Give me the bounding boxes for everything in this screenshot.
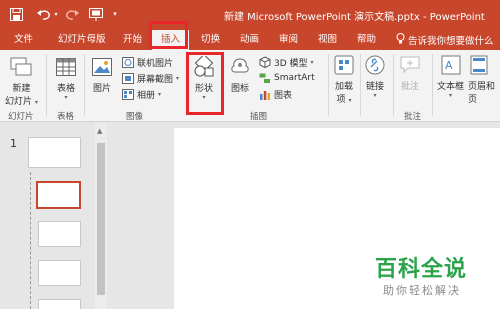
ribbon: 新建 幻灯片 ▾ 幻灯片 表格 ▾ 表格 图片 联机图片 屏幕截图 ▾ 相册 ▾… [0,50,500,122]
link-icon [364,54,386,76]
smartart-icon [259,72,271,84]
tab-transitions[interactable]: 切换 [201,33,220,47]
textbox-caret: ▾ [449,92,453,99]
comment-button[interactable]: 批注 [399,54,421,92]
tab-view[interactable]: 视图 [318,33,337,47]
undo-icon[interactable] [36,6,52,22]
comment-icon [399,54,421,76]
table-button[interactable]: 表格 ▾ [55,56,77,101]
addins-label: 加载 [334,82,353,92]
group-slides-label: 幻灯片 [8,112,34,122]
comment-label: 批注 [400,82,419,92]
link-button[interactable]: 链接 ▾ [364,54,386,99]
table-icon [55,56,77,78]
new-slide-label: 新建 [12,84,31,94]
undo-dropdown-icon[interactable]: ▾ [52,6,60,22]
textbox-label: 文本框 [437,82,465,92]
picture-button[interactable]: 图片 [91,56,113,94]
svg-text:A: A [445,59,453,72]
tab-animations[interactable]: 动画 [240,33,259,47]
screenshot-button[interactable]: 屏幕截图 ▾ [122,71,179,85]
thumbnail-scrollbar[interactable]: ▲ [95,123,107,309]
slide-thumbnail-selected[interactable] [36,181,81,209]
photo-album-icon [122,88,134,100]
icons-button[interactable]: 图标 [229,56,251,94]
scroll-up-icon[interactable]: ▲ [97,127,102,135]
slide-thumbnail-4[interactable] [38,299,81,309]
save-icon[interactable] [8,6,24,22]
new-slide-button[interactable]: 新建 幻灯片 ▾ [5,56,38,107]
slide-thumbnail-3[interactable] [38,260,81,286]
redo-icon[interactable] [64,6,80,22]
slide-thumbnail-2[interactable] [38,221,81,247]
addins-icon [333,54,355,76]
screenshot-icon [122,72,134,84]
tell-me-text: 告诉我你想要做什么 [408,36,494,47]
new-slide-label-2: 幻灯片 ▾ [5,97,38,107]
addins-label-2: 项 ▾ [336,95,352,105]
group-illustrations-label: 插图 [250,112,268,122]
new-slide-icon [10,56,32,78]
slide-number: 1 [10,137,17,150]
group-comments-label: 批注 [404,112,422,122]
tab-review[interactable]: 审阅 [279,33,298,47]
slideshow-icon[interactable] [88,6,104,22]
smartart-button[interactable]: SmartArt [259,71,315,85]
table-label: 表格 [56,84,75,94]
tab-slide-master[interactable]: 幻灯片母版 [58,33,106,47]
divider [393,54,394,116]
window-title: 新建 Microsoft PowerPoint 演示文稿.pptx - Powe… [224,12,485,23]
tab-help[interactable]: 帮助 [357,33,376,47]
picture-label: 图片 [92,84,111,94]
divider [432,54,433,116]
photo-album-button[interactable]: 相册 ▾ [122,87,161,101]
header-footer-button[interactable]: 页眉和页 [468,54,500,105]
slide-thumbnail-1[interactable] [28,137,81,168]
divider [46,54,47,116]
divider [328,54,329,116]
watermark-title: 百科全说 [375,257,468,282]
title-bar: ▾ ▾ 新建 Microsoft PowerPoint 演示文稿.pptx - … [0,0,500,30]
divider [360,54,361,116]
link-caret: ▾ [373,92,377,99]
lightbulb-icon [396,33,405,47]
textbox-button[interactable]: A 文本框 ▾ [437,54,464,99]
tell-me-box[interactable]: 告诉我你想要做什么 [396,33,494,47]
tab-file[interactable]: 文件 [14,33,33,47]
group-tables-label: 表格 [57,112,75,122]
group-images-label: 图像 [126,112,144,122]
chart-icon [259,88,271,100]
table-caret: ▾ [64,94,68,101]
section-divider [30,172,31,309]
divider [84,54,85,116]
insert-tab-highlight [149,21,188,49]
textbox-icon: A [440,54,462,76]
customize-qat-icon[interactable]: ▾ [110,6,120,22]
addins-button[interactable]: 加载 项 ▾ [333,54,355,105]
online-pictures-button[interactable]: 联机图片 [122,55,173,69]
cube-icon [259,56,271,68]
link-label: 链接 [365,82,384,92]
3d-models-button[interactable]: 3D 模型 ▾ [259,55,314,69]
online-picture-icon [122,56,134,68]
icons-icon [229,56,251,78]
scrollbar-thumb[interactable] [97,143,105,295]
tab-home[interactable]: 开始 [123,33,142,47]
icons-label: 图标 [230,84,249,94]
header-footer-label: 页眉和页 [468,82,496,105]
header-footer-icon [468,54,490,76]
watermark-subtitle: 助你轻松解决 [383,284,461,297]
chart-button[interactable]: 图表 [259,87,292,101]
shapes-button-highlight [186,52,224,115]
picture-icon [91,56,113,78]
